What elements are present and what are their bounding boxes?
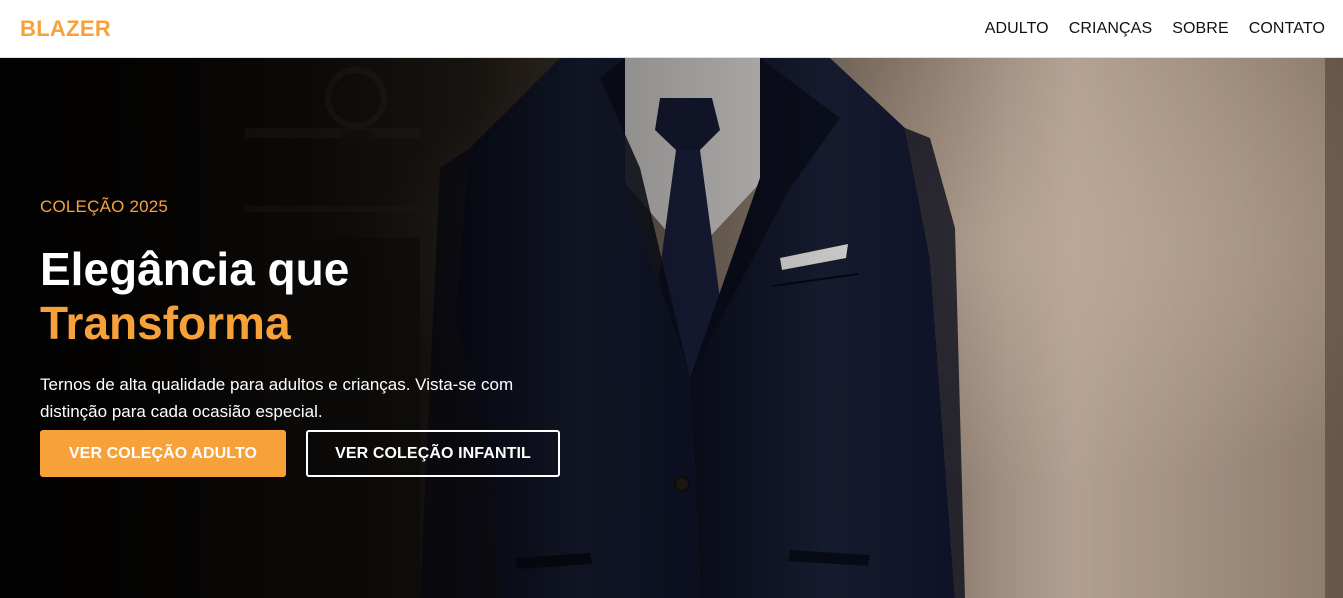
view-adult-collection-button[interactable]: VER COLEÇÃO ADULTO xyxy=(40,430,286,477)
headline-line2: Transforma xyxy=(40,297,291,349)
headline-line1: Elegância que xyxy=(40,243,350,295)
hero-headline: Elegância que Transforma xyxy=(40,242,349,350)
collection-eyebrow: COLEÇÃO 2025 xyxy=(40,197,169,216)
logo[interactable]: BLAZER xyxy=(20,16,111,42)
view-kids-collection-button[interactable]: VER COLEÇÃO INFANTIL xyxy=(306,430,560,477)
hero-section: COLEÇÃO 2025 Elegância que Transforma Te… xyxy=(0,58,1343,598)
hero-description: Ternos de alta qualidade para adultos e … xyxy=(40,375,514,421)
nav-item-adulto[interactable]: ADULTO xyxy=(985,20,1049,38)
site-header: BLAZER ADULTO CRIANÇAS SOBRE CONTATO xyxy=(0,0,1343,58)
nav-item-sobre[interactable]: SOBRE xyxy=(1172,20,1229,38)
nav-item-contato[interactable]: CONTATO xyxy=(1249,20,1325,38)
main-nav: ADULTO CRIANÇAS SOBRE CONTATO xyxy=(985,20,1325,38)
nav-item-criancas[interactable]: CRIANÇAS xyxy=(1069,20,1152,38)
